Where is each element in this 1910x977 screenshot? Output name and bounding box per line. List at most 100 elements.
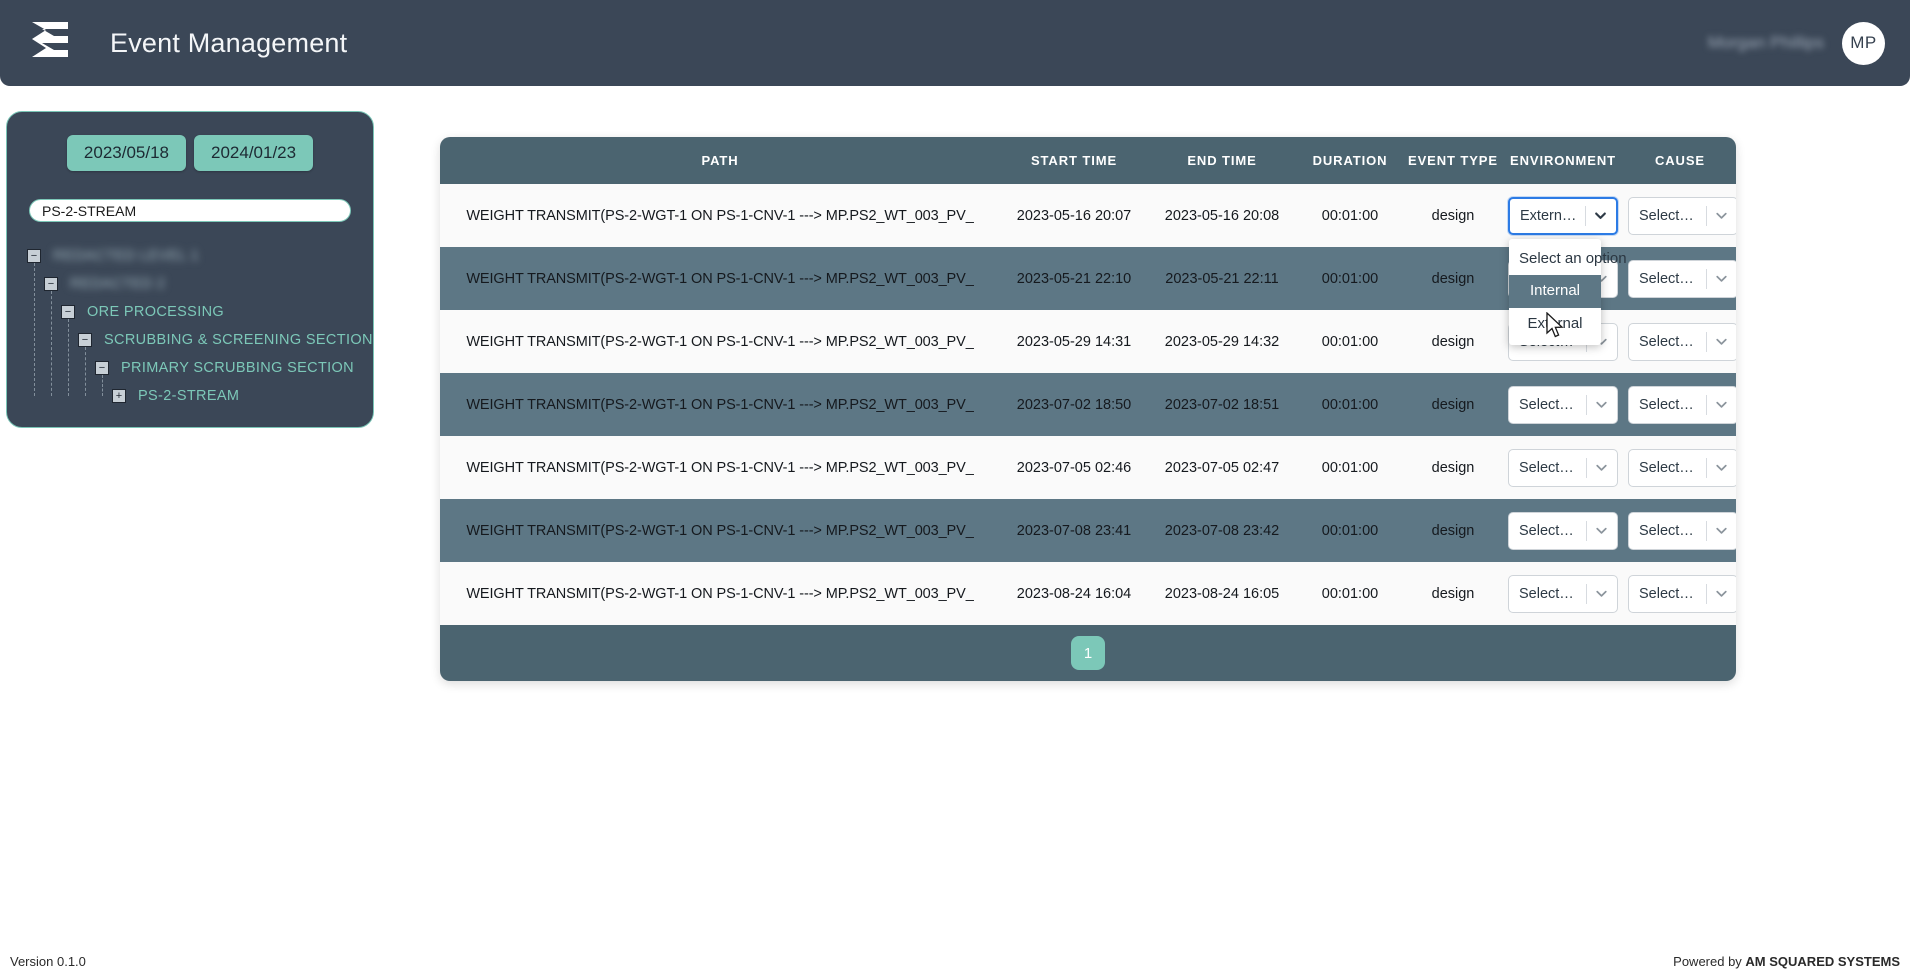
column-header-start-time[interactable]: START TIME xyxy=(1000,137,1148,184)
environment-select[interactable]: Select… xyxy=(1508,449,1618,487)
cell-start-time: 2023-08-24 16:04 xyxy=(1000,562,1148,625)
tree-node[interactable]: −PRIMARY SCRUBBING SECTION xyxy=(27,354,353,382)
tree-collapse-icon[interactable]: − xyxy=(78,333,92,347)
cell-path: WEIGHT TRANSMIT(PS-2-WGT-1 ON PS-1-CNV-1… xyxy=(440,247,1000,310)
tree-node[interactable]: −REDACTED 2 xyxy=(27,270,353,298)
environment-select-value: Select… xyxy=(1519,397,1584,413)
column-header-duration[interactable]: DURATION xyxy=(1296,137,1404,184)
cell-path: WEIGHT TRANSMIT(PS-2-WGT-1 ON PS-1-CNV-1… xyxy=(440,499,1000,562)
cell-cause: Select… xyxy=(1624,184,1736,247)
tree-node-label[interactable]: REDACTED LEVEL 1 xyxy=(53,248,199,264)
cell-start-time: 2023-07-05 02:46 xyxy=(1000,436,1148,499)
tree-collapse-icon[interactable]: − xyxy=(44,277,58,291)
chevron-down-icon xyxy=(1594,523,1609,538)
cell-event-type: design xyxy=(1404,310,1502,373)
environment-select[interactable]: Select… xyxy=(1508,386,1618,424)
cause-select[interactable]: Select… xyxy=(1628,512,1736,550)
tree-node[interactable]: −REDACTED LEVEL 1 xyxy=(27,242,353,270)
select-divider xyxy=(1706,332,1707,352)
tree-node-label[interactable]: PRIMARY SCRUBBING SECTION xyxy=(121,360,354,376)
column-header-environment[interactable]: ENVIRONMENT xyxy=(1502,137,1624,184)
tree-node-label[interactable]: REDACTED 2 xyxy=(70,276,165,292)
cell-duration: 00:01:00 xyxy=(1296,247,1404,310)
tree-node[interactable]: + PS-2-STREAM xyxy=(27,382,353,410)
cause-select-value: Select… xyxy=(1639,586,1704,602)
cause-select[interactable]: Select… xyxy=(1628,575,1736,613)
chevron-down-icon xyxy=(1714,397,1729,412)
cell-path: WEIGHT TRANSMIT(PS-2-WGT-1 ON PS-1-CNV-1… xyxy=(440,436,1000,499)
chevron-down-icon xyxy=(1714,334,1729,349)
environment-select[interactable]: Extern…Select an optionInternalExternal xyxy=(1508,197,1618,235)
cell-path: WEIGHT TRANSMIT(PS-2-WGT-1 ON PS-1-CNV-1… xyxy=(440,562,1000,625)
cell-path: WEIGHT TRANSMIT(PS-2-WGT-1 ON PS-1-CNV-1… xyxy=(440,184,1000,247)
select-divider xyxy=(1706,395,1707,415)
table-row: WEIGHT TRANSMIT(PS-2-WGT-1 ON PS-1-CNV-1… xyxy=(440,562,1736,625)
column-header-path[interactable]: PATH xyxy=(440,137,1000,184)
tree-expand-icon[interactable]: + xyxy=(112,389,126,403)
chevron-down-icon xyxy=(1593,208,1608,223)
avatar[interactable]: MP xyxy=(1842,22,1885,65)
cause-select[interactable]: Select… xyxy=(1628,260,1736,298)
cell-end-time: 2023-08-24 16:05 xyxy=(1148,562,1296,625)
events-table-body: WEIGHT TRANSMIT(PS-2-WGT-1 ON PS-1-CNV-1… xyxy=(440,184,1736,625)
environment-select-value: Select… xyxy=(1519,523,1584,539)
cell-end-time: 2023-05-29 14:32 xyxy=(1148,310,1296,373)
events-table-head: PATH START TIME END TIME DURATION EVENT … xyxy=(440,137,1736,184)
page-button-1[interactable]: 1 xyxy=(1071,636,1105,670)
table-header-row: PATH START TIME END TIME DURATION EVENT … xyxy=(440,137,1736,184)
tree-guide-line xyxy=(102,375,103,396)
app-header: Event Management Morgan Phillips MP xyxy=(0,0,1910,86)
cell-duration: 00:01:00 xyxy=(1296,184,1404,247)
cause-select[interactable]: Select… xyxy=(1628,386,1736,424)
select-divider xyxy=(1706,584,1707,604)
tree-node-label[interactable]: ORE PROCESSING xyxy=(87,304,224,320)
chevron-down-icon xyxy=(1714,460,1729,475)
cell-duration: 00:01:00 xyxy=(1296,436,1404,499)
cause-select[interactable]: Select… xyxy=(1628,197,1736,235)
tree-node-label[interactable]: PS-2-STREAM xyxy=(138,388,239,404)
asset-tree: −REDACTED LEVEL 1−REDACTED 2−ORE PROCESS… xyxy=(27,242,353,410)
date-from-button[interactable]: 2023/05/18 xyxy=(67,135,186,171)
cause-select[interactable]: Select… xyxy=(1628,323,1736,361)
cause-select-value: Select… xyxy=(1639,397,1704,413)
chevron-down-icon xyxy=(1714,523,1729,538)
search-input[interactable] xyxy=(29,199,351,222)
cell-environment: Select… xyxy=(1502,499,1624,562)
tree-collapse-icon[interactable]: − xyxy=(27,249,41,263)
environment-select-value: Select… xyxy=(1519,586,1584,602)
cause-select-value: Select… xyxy=(1639,334,1704,350)
cause-select-value: Select… xyxy=(1639,271,1704,287)
tree-collapse-icon[interactable]: − xyxy=(61,305,75,319)
tree-node[interactable]: −SCRUBBING & SCREENING SECTION xyxy=(27,326,353,354)
cell-environment: Select… xyxy=(1502,436,1624,499)
date-to-button[interactable]: 2024/01/23 xyxy=(194,135,313,171)
environment-option-internal[interactable]: Internal xyxy=(1509,275,1601,308)
environment-option-select-an-option[interactable]: Select an option xyxy=(1509,243,1601,276)
tree-guide-line xyxy=(68,319,69,396)
date-range-picker: 2023/05/18 2024/01/23 xyxy=(27,135,353,171)
cell-cause: Select… xyxy=(1624,373,1736,436)
tree-collapse-icon[interactable]: − xyxy=(95,361,109,375)
column-header-event-type[interactable]: EVENT TYPE xyxy=(1404,137,1502,184)
cell-end-time: 2023-07-08 23:42 xyxy=(1148,499,1296,562)
environment-select-value: Select… xyxy=(1519,460,1584,476)
tree-node[interactable]: −ORE PROCESSING xyxy=(27,298,353,326)
environment-select[interactable]: Select… xyxy=(1508,512,1618,550)
tree-guide-line xyxy=(85,347,86,396)
tree-node-label[interactable]: SCRUBBING & SCREENING SECTION xyxy=(104,332,373,348)
chevron-down-icon xyxy=(1594,586,1609,601)
chevron-down-icon xyxy=(1714,208,1729,223)
cell-event-type: design xyxy=(1404,247,1502,310)
cell-start-time: 2023-07-08 23:41 xyxy=(1000,499,1148,562)
asset-tree-panel: 2023/05/18 2024/01/23 −REDACTED LEVEL 1−… xyxy=(6,111,374,428)
version-label: Version 0.1.0 xyxy=(10,954,86,969)
select-divider xyxy=(1586,458,1587,478)
column-header-end-time[interactable]: END TIME xyxy=(1148,137,1296,184)
environment-option-external[interactable]: External xyxy=(1509,308,1601,341)
cell-start-time: 2023-05-21 22:10 xyxy=(1000,247,1148,310)
page-title: Event Management xyxy=(110,28,347,59)
column-header-cause[interactable]: CAUSE xyxy=(1624,137,1736,184)
tree-guide-line xyxy=(51,291,52,396)
cause-select[interactable]: Select… xyxy=(1628,449,1736,487)
environment-select[interactable]: Select… xyxy=(1508,575,1618,613)
